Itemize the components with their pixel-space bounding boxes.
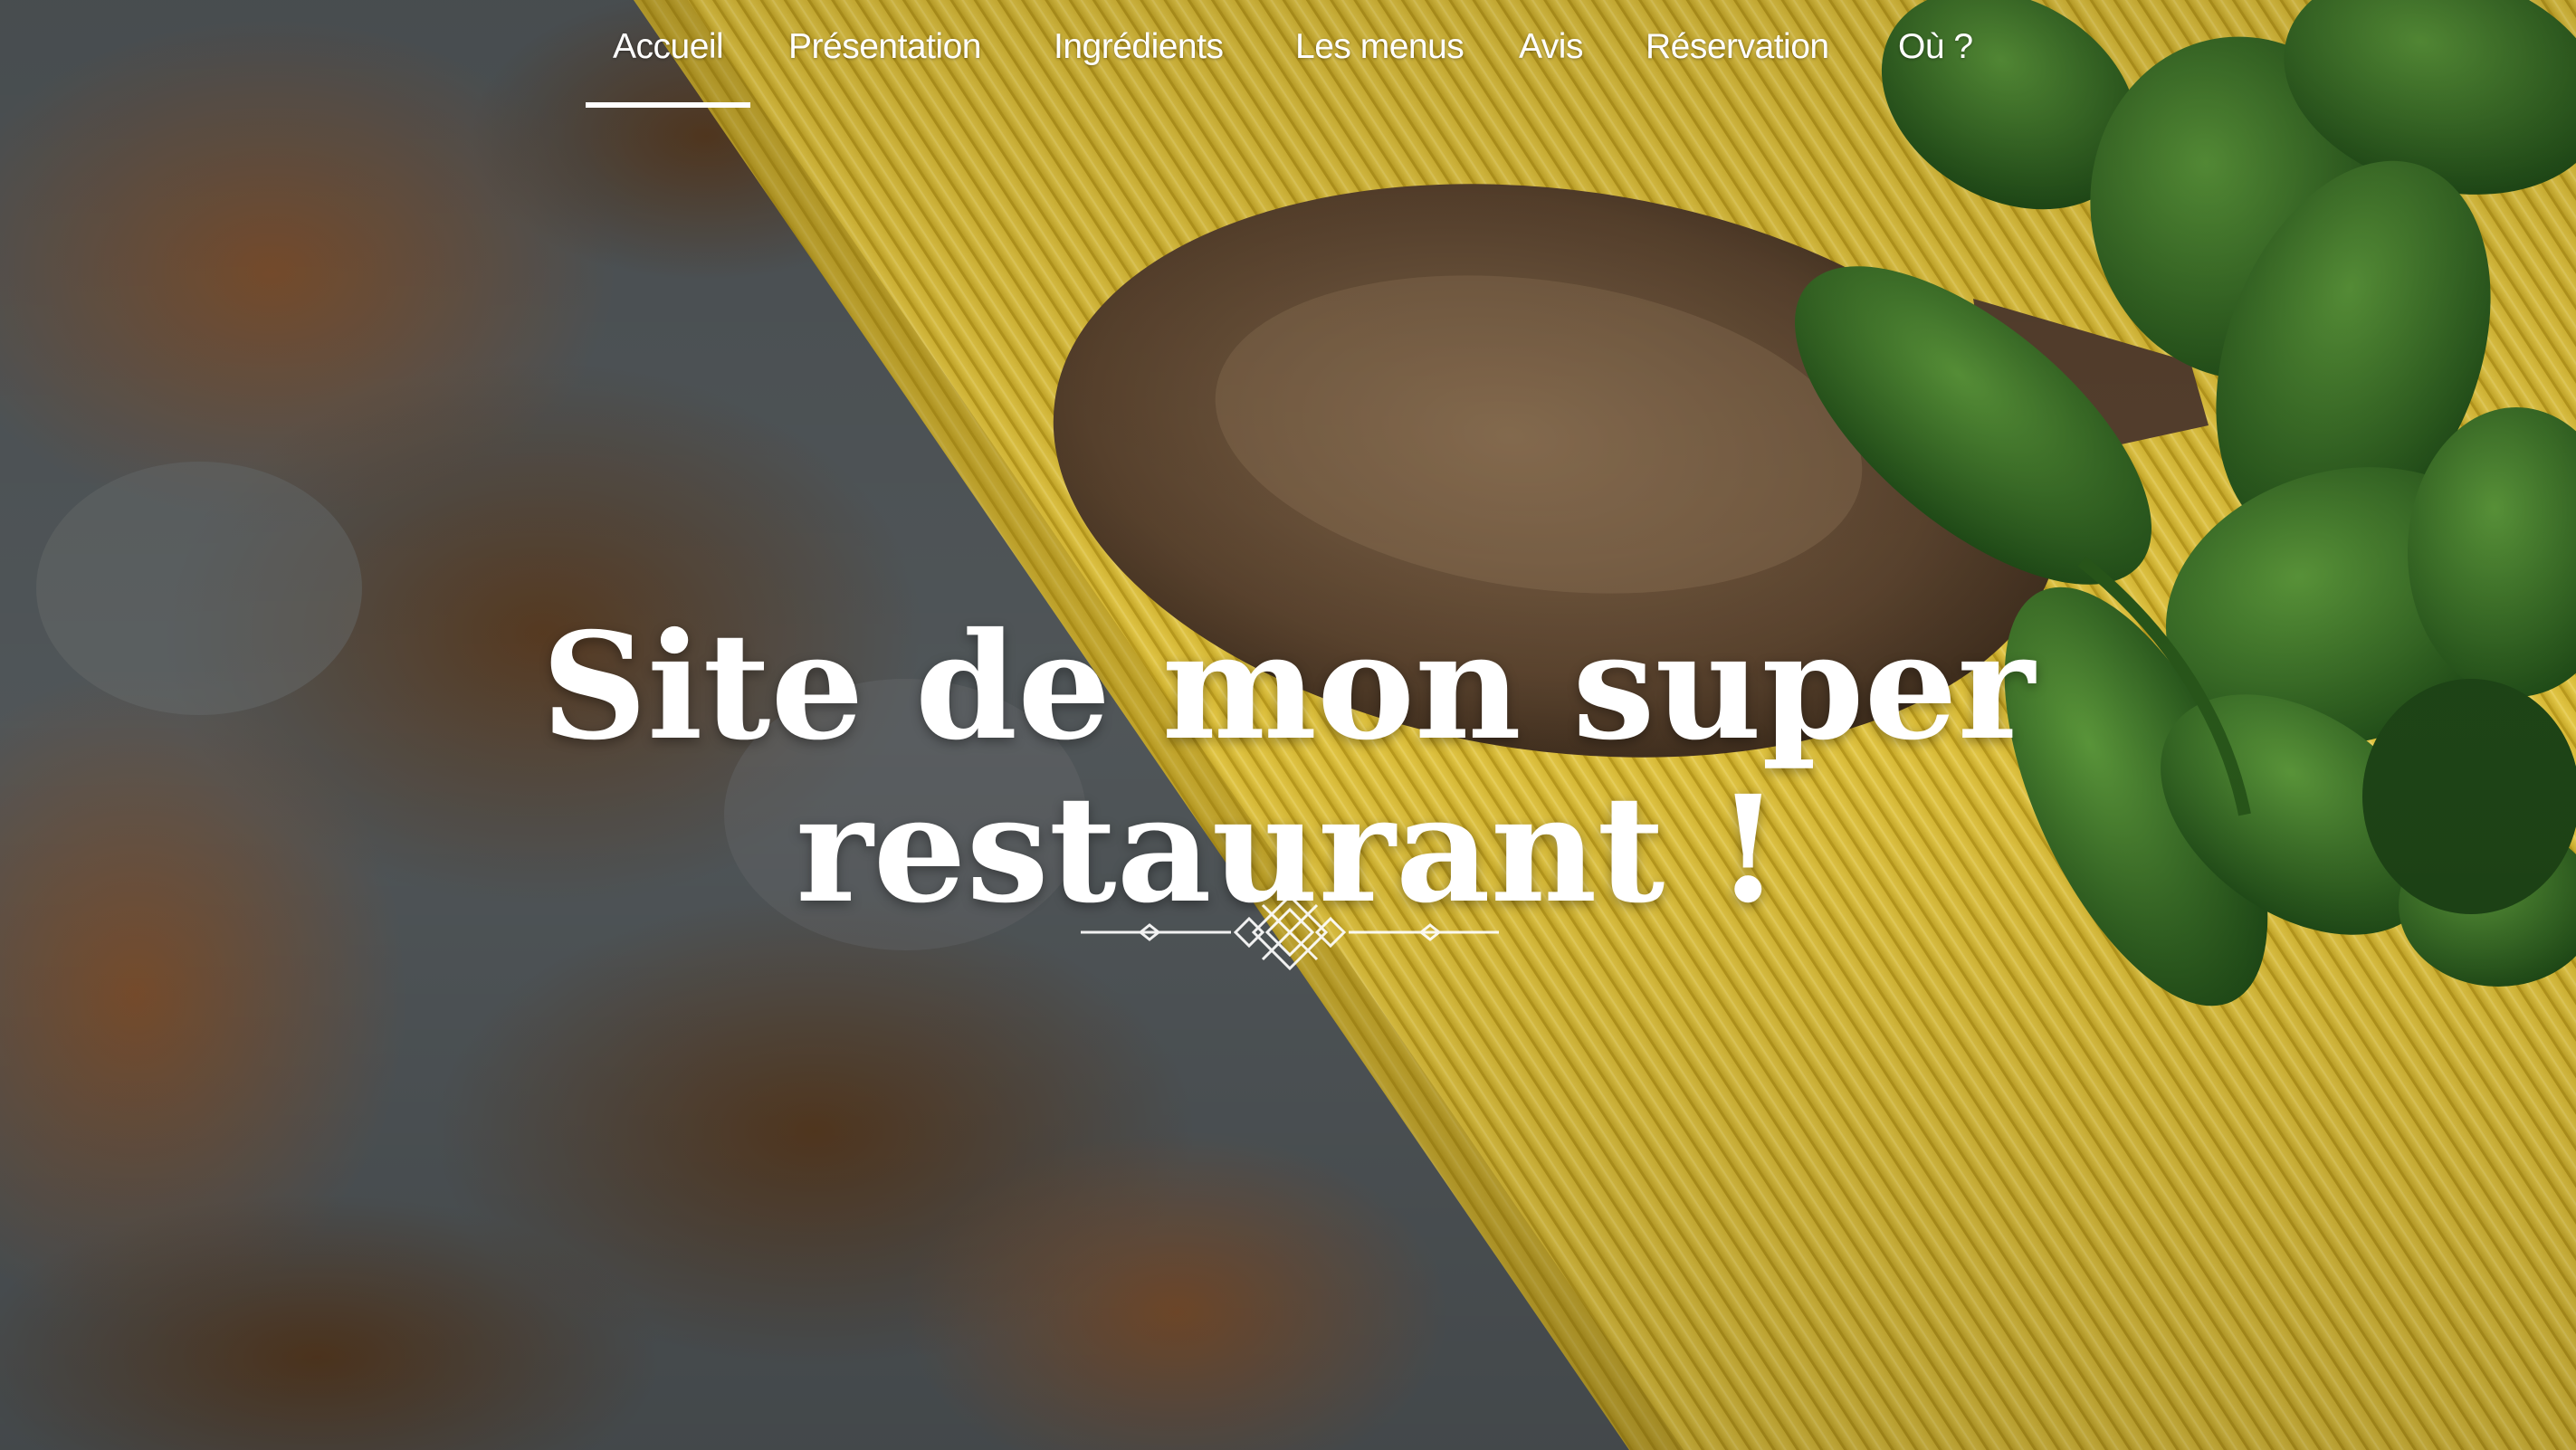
main-navigation: Accueil Présentation Ingrédients Les men… xyxy=(0,0,2576,113)
nav-item-avis[interactable]: Avis xyxy=(1519,27,1583,109)
nav-item-reservation[interactable]: Réservation xyxy=(1646,27,1829,109)
nav-item-accueil[interactable]: Accueil xyxy=(585,27,751,109)
nav-item-ou[interactable]: Où ? xyxy=(1898,27,1973,109)
title-line-1: Site de mon super xyxy=(541,600,2035,773)
nav-item-les-menus[interactable]: Les menus xyxy=(1295,27,1465,109)
hero-section: Accueil Présentation Ingrédients Les men… xyxy=(0,0,2576,1450)
nav-item-ingredients[interactable]: Ingrédients xyxy=(1054,27,1224,109)
nav-item-presentation[interactable]: Présentation xyxy=(788,27,981,109)
page-title: Site de mon super restaurant ! xyxy=(0,606,2576,931)
ornamental-divider-icon xyxy=(1081,893,1499,971)
